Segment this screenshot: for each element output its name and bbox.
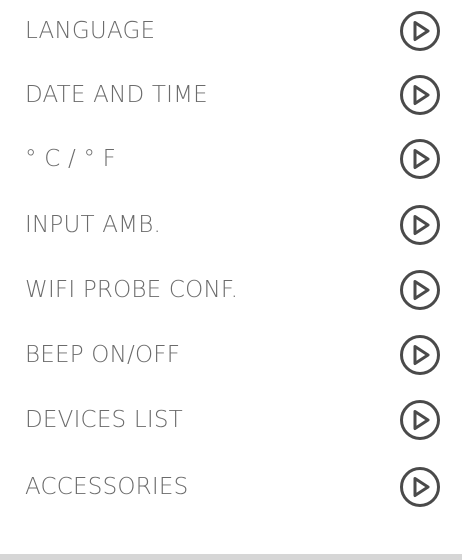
play-circle-icon[interactable] [398,398,442,442]
play-circle-icon[interactable] [398,137,442,181]
menu-item-accessories[interactable]: ACCESSORIES [0,459,462,515]
menu-item-date-and-time[interactable]: DATE AND TIME [0,67,462,123]
menu-item-label: LANGUAGE [25,18,156,44]
menu-item-wifi-probe-conf[interactable]: WIFI PROBE CONF. [0,262,462,318]
menu-item-language[interactable]: LANGUAGE [0,3,462,59]
menu-item-label: ° C / ° F [25,146,117,172]
menu-item-label: DEVICES LIST [25,407,183,433]
play-circle-icon[interactable] [398,73,442,117]
menu-item-label: BEEP ON/OFF [25,342,181,368]
play-circle-icon[interactable] [398,203,442,247]
menu-item-input-amb[interactable]: INPUT AMB. [0,197,462,253]
menu-item-temperature-unit[interactable]: ° C / ° F [0,131,462,187]
menu-item-label: ACCESSORIES [25,474,189,500]
play-circle-icon[interactable] [398,268,442,312]
play-circle-icon[interactable] [398,9,442,53]
menu-item-label: WIFI PROBE CONF. [25,277,239,303]
bottom-divider-bar [0,554,462,560]
play-circle-icon[interactable] [398,465,442,509]
menu-item-beep-on-off[interactable]: BEEP ON/OFF [0,327,462,383]
settings-menu: LANGUAGE DATE AND TIME ° C / ° F INPUT A… [0,0,462,560]
menu-item-devices-list[interactable]: DEVICES LIST [0,392,462,448]
menu-item-label: INPUT AMB. [25,212,162,238]
menu-item-label: DATE AND TIME [25,82,208,108]
play-circle-icon[interactable] [398,333,442,377]
